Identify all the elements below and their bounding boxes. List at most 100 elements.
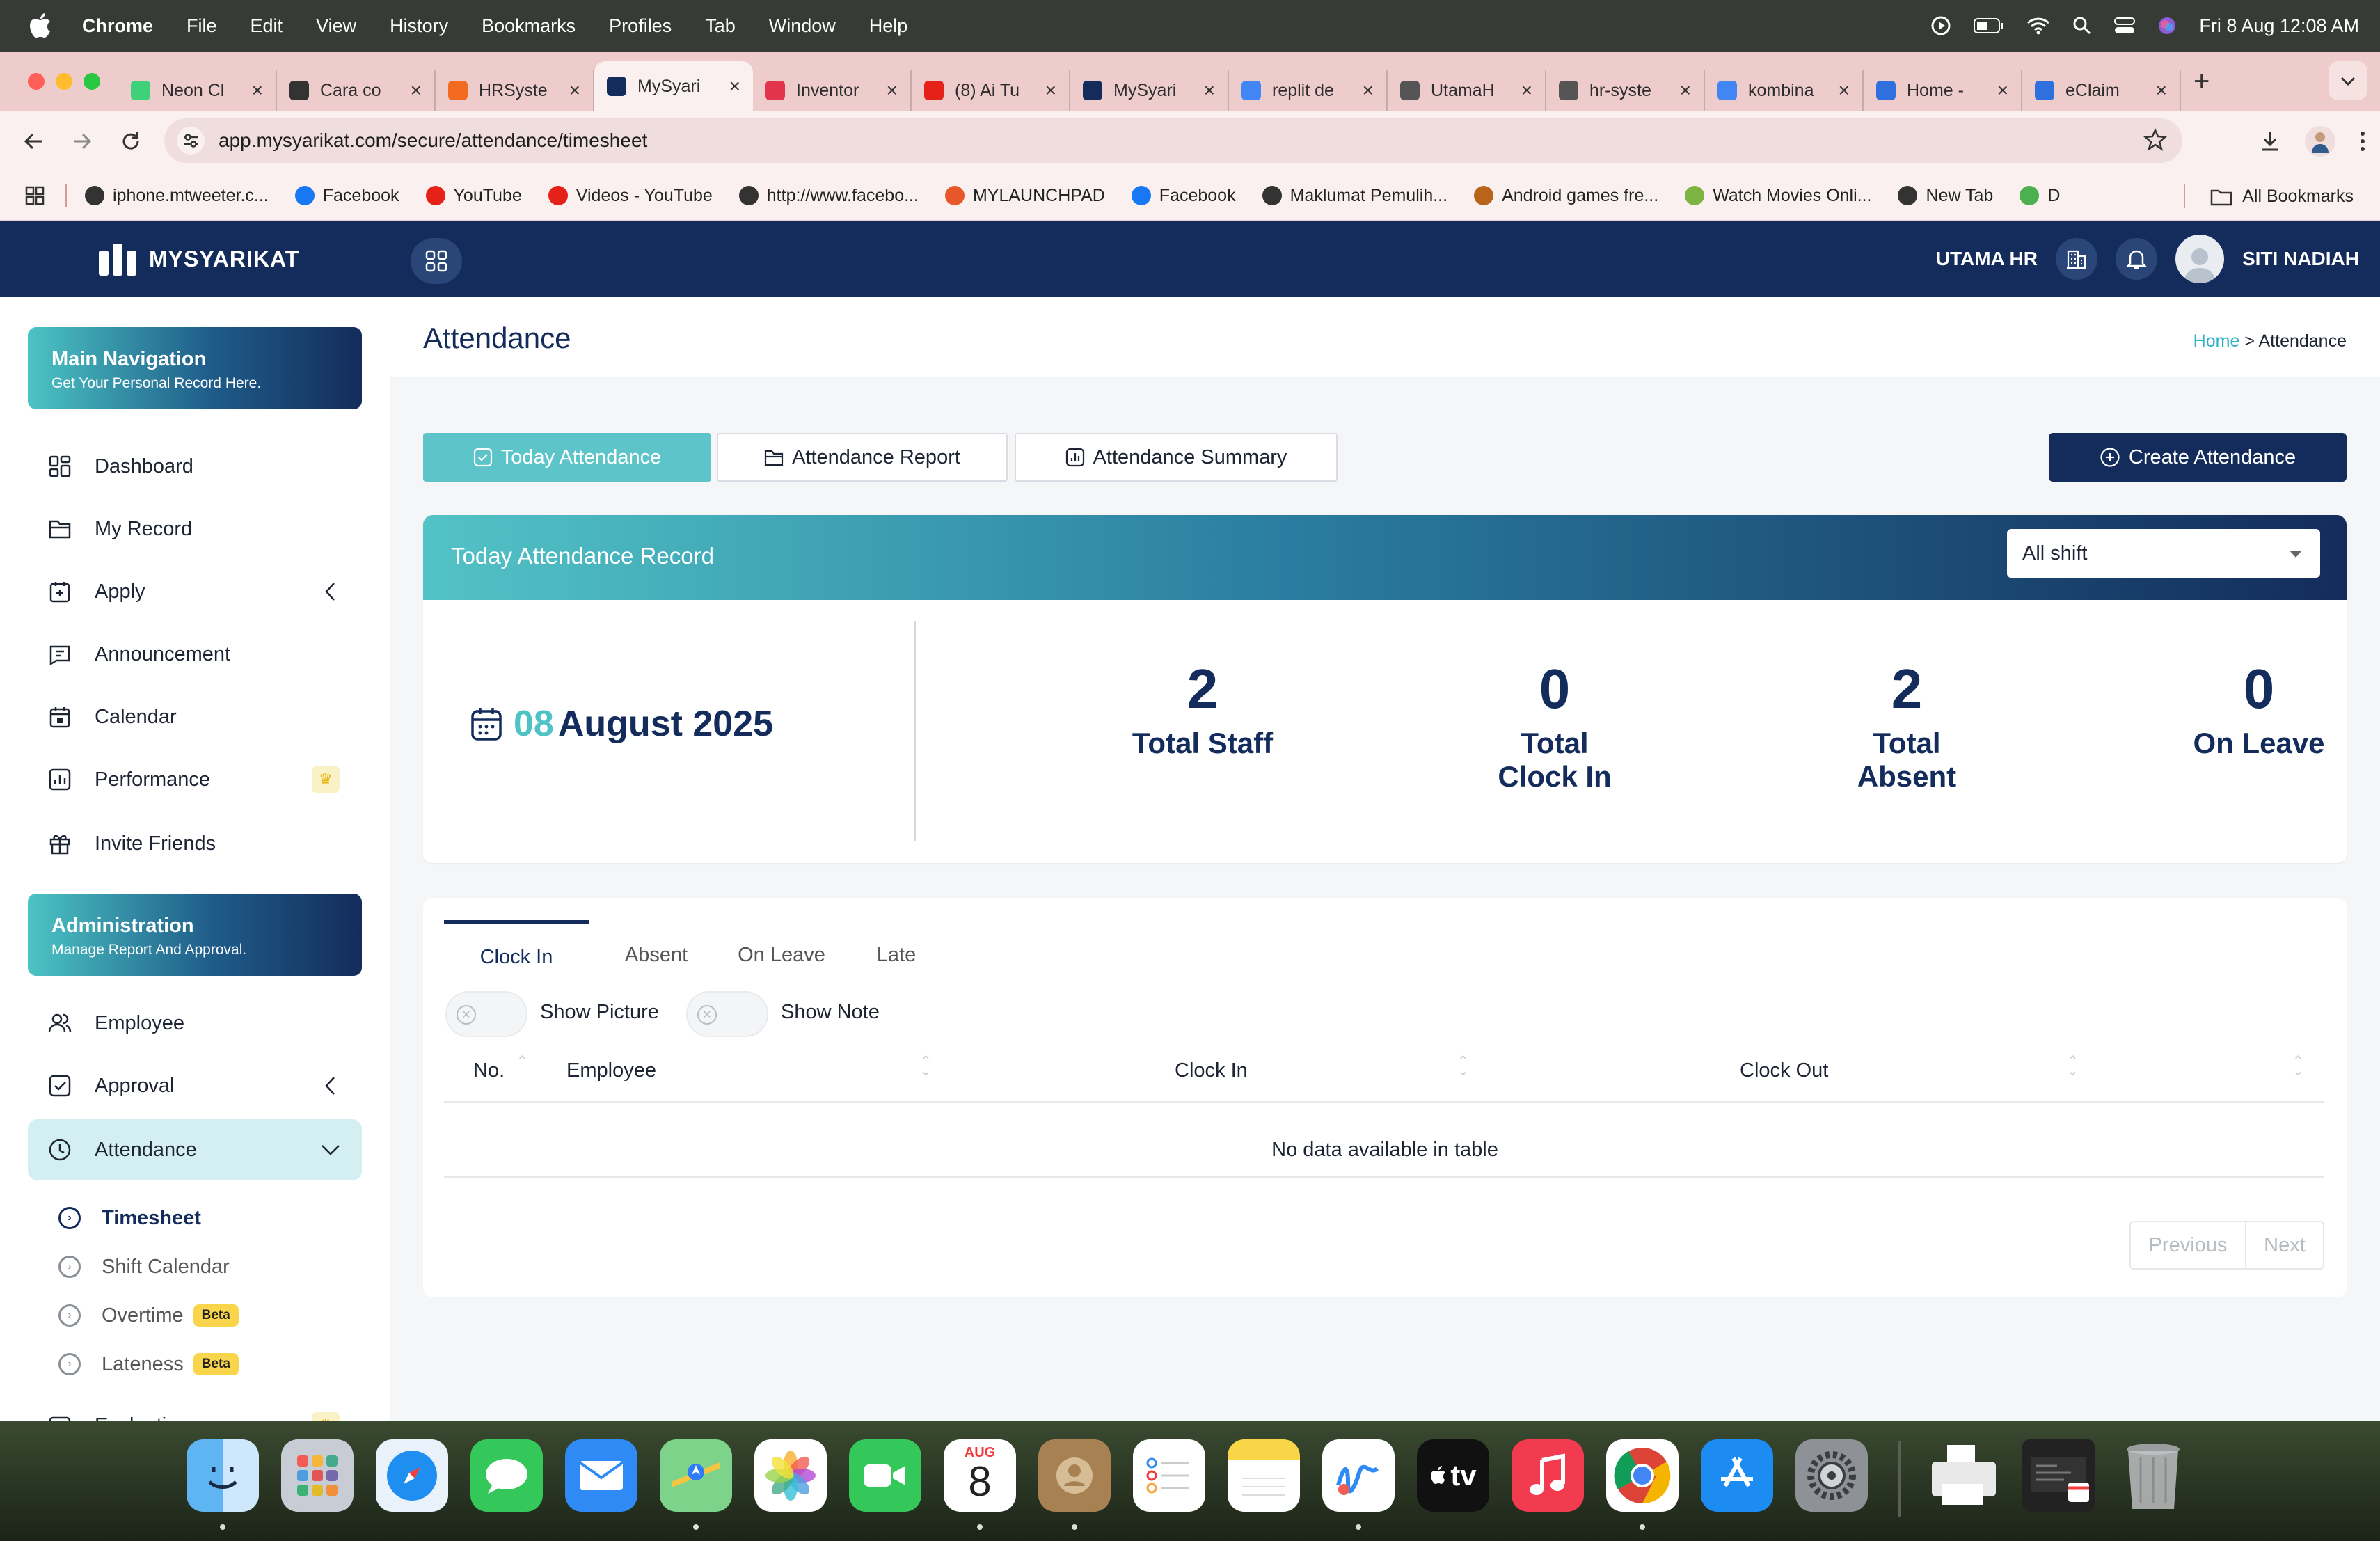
bookmark-item[interactable]: iphone.mtweeter.c... (85, 186, 269, 206)
company-name[interactable]: UTAMA HR (1936, 248, 2038, 270)
play-icon[interactable] (1930, 15, 1951, 36)
menu-bookmarks[interactable]: Bookmarks (482, 15, 576, 37)
bookmark-item[interactable]: Watch Movies Onli... (1685, 186, 1871, 206)
sidebar-item-calendar[interactable]: Calendar (28, 688, 362, 746)
bookmark-item[interactable]: Facebook (1131, 186, 1236, 206)
browser-tab[interactable]: kombina × (1705, 70, 1864, 111)
column-header-clock-out[interactable]: Clock Out (1740, 1059, 1828, 1082)
tab-close-icon[interactable]: × (729, 75, 740, 97)
submenu-timesheet[interactable]: › Timesheet (58, 1196, 201, 1240)
photos-icon[interactable] (754, 1439, 827, 1512)
close-window-button[interactable] (28, 73, 45, 90)
pagination-next-button[interactable]: Next (2245, 1221, 2324, 1270)
browser-tab[interactable]: MySyari × (594, 61, 753, 111)
user-name[interactable]: SITI NADIAH (2242, 248, 2359, 270)
tab-close-icon[interactable]: × (569, 79, 580, 102)
url-text[interactable]: app.mysyarikat.com/secure/attendance/tim… (219, 129, 647, 152)
menu-edit[interactable]: Edit (251, 15, 283, 37)
sidebar-item-my-record[interactable]: My Record (28, 500, 362, 558)
bookmark-item[interactable]: Facebook (294, 186, 399, 206)
column-header-employee[interactable]: Employee (566, 1059, 656, 1082)
contacts-icon[interactable] (1038, 1439, 1111, 1512)
download-icon[interactable] (2259, 130, 2281, 152)
menu-view[interactable]: View (316, 15, 356, 37)
browser-tab[interactable]: hr-syste × (1546, 70, 1705, 111)
tab-close-icon[interactable]: × (1997, 79, 2008, 102)
bookmark-item[interactable]: D (2020, 186, 2060, 206)
tab-close-icon[interactable]: × (2156, 79, 2167, 102)
app-logo[interactable]: MYSYARIKAT (97, 241, 299, 277)
column-header-clock-in[interactable]: Clock In (1175, 1059, 1248, 1082)
browser-tab[interactable]: Home - × (1864, 70, 2022, 111)
browser-tab[interactable]: eClaim × (2022, 70, 2181, 111)
breadcrumb-home-link[interactable]: Home (2193, 331, 2240, 351)
show-note-toggle[interactable]: ✕ (686, 991, 768, 1037)
sort-icon[interactable]: ⌃ ⌄ (2292, 1054, 2304, 1078)
bookmark-star-icon[interactable] (2143, 128, 2167, 152)
bookmark-item[interactable]: http://www.facebo... (738, 186, 919, 206)
submenu-shift-calendar[interactable]: › Shift Calendar (58, 1244, 230, 1289)
menu-help[interactable]: Help (869, 15, 908, 37)
apple-tv-icon[interactable]: tv (1417, 1439, 1489, 1512)
reminders-icon[interactable] (1133, 1439, 1205, 1512)
sidebar-item-performance[interactable]: Performance ♛ (28, 750, 362, 809)
today-attendance-button[interactable]: Today Attendance (423, 433, 711, 482)
notes-icon[interactable] (1228, 1439, 1300, 1512)
printer-document-icon[interactable] (1928, 1439, 2000, 1512)
sidebar-item-announcement[interactable]: Announcement (28, 625, 362, 683)
facetime-icon[interactable] (849, 1439, 921, 1512)
tab-close-icon[interactable]: × (1680, 79, 1691, 102)
browser-tab[interactable]: Cara co × (277, 70, 436, 111)
bookmark-item[interactable]: Android games fre... (1474, 186, 1658, 206)
system-settings-icon[interactable] (1795, 1439, 1868, 1512)
menu-app-name[interactable]: Chrome (82, 15, 153, 37)
chrome-icon[interactable] (1606, 1439, 1679, 1512)
sidebar-item-apply[interactable]: Apply (28, 562, 362, 621)
forward-arrow-icon[interactable] (67, 126, 97, 157)
site-info-icon[interactable] (177, 127, 205, 155)
profile-avatar-icon[interactable] (2305, 126, 2335, 157)
bookmark-item[interactable]: YouTube (425, 186, 522, 206)
notification-button[interactable] (2116, 238, 2157, 280)
freeform-icon[interactable] (1322, 1439, 1395, 1512)
menu-file[interactable]: File (187, 15, 217, 37)
bookmark-item[interactable]: Maklumat Pemulih... (1262, 186, 1447, 206)
tab-close-icon[interactable]: × (252, 79, 263, 102)
apple-icon[interactable] (26, 12, 54, 40)
reload-icon[interactable] (116, 126, 146, 157)
sidebar-item-attendance[interactable]: Attendance (28, 1119, 362, 1180)
sidebar-item-invite-friends[interactable]: Invite Friends (28, 814, 362, 873)
sort-icon[interactable]: ⌃ ⌄ (1457, 1054, 1469, 1078)
menubar-clock[interactable]: Fri 8 Aug 12:08 AM (2199, 15, 2359, 37)
submenu-overtime[interactable]: › Overtime Beta (58, 1293, 239, 1338)
new-tab-button[interactable]: + (2193, 66, 2210, 97)
launchpad-icon[interactable] (281, 1439, 354, 1512)
browser-tab[interactable]: (8) Ai Tu × (912, 70, 1070, 111)
column-header-no[interactable]: No. (473, 1059, 505, 1082)
browser-tab[interactable]: Inventor × (753, 70, 912, 111)
tab-close-icon[interactable]: × (1839, 79, 1850, 102)
spotlight-search-icon[interactable] (2072, 16, 2092, 35)
zoom-window-button[interactable] (84, 73, 100, 90)
app-store-icon[interactable] (1701, 1439, 1773, 1512)
address-bar[interactable]: app.mysyarikat.com/secure/attendance/tim… (164, 118, 2182, 163)
maps-icon[interactable] (660, 1439, 732, 1512)
show-picture-toggle[interactable]: ✕ (445, 991, 527, 1037)
browser-tab[interactable]: MySyari × (1070, 70, 1229, 111)
menu-history[interactable]: History (390, 15, 448, 37)
company-switch-button[interactable] (2056, 238, 2097, 280)
all-bookmarks-button[interactable]: All Bookmarks (2210, 187, 2354, 207)
pagination-previous-button[interactable]: Previous (2129, 1221, 2246, 1270)
menu-tab[interactable]: Tab (705, 15, 736, 37)
tab-close-icon[interactable]: × (411, 79, 422, 102)
back-arrow-icon[interactable] (18, 126, 49, 157)
tab-on-leave[interactable]: On Leave (722, 920, 841, 990)
submenu-lateness[interactable]: › Lateness Beta (58, 1342, 239, 1386)
shift-select[interactable]: All shift (2007, 529, 2320, 578)
tab-close-icon[interactable]: × (887, 79, 898, 102)
sidebar-item-employee[interactable]: Employee (28, 994, 362, 1052)
attendance-summary-button[interactable]: Attendance Summary (1015, 433, 1338, 482)
tab-absent[interactable]: Absent (604, 920, 708, 990)
sort-asc-icon[interactable]: ⌃ (516, 1054, 528, 1068)
music-icon[interactable] (1512, 1439, 1584, 1512)
